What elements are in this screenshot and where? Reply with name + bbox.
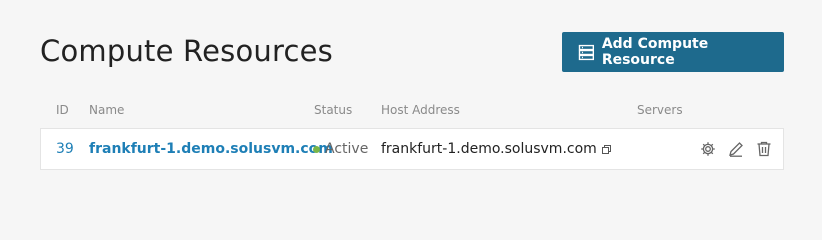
table-row: 39 frankfurt-1.demo.solusvm.com Active f… <box>40 128 784 170</box>
row-host-address: frankfurt-1.demo.solusvm.com <box>381 141 611 157</box>
status-dot-icon <box>313 145 320 153</box>
column-header-servers: Servers <box>637 103 683 117</box>
add-compute-resource-button[interactable]: Add Compute Resource <box>562 32 784 72</box>
pencil-icon[interactable] <box>727 140 745 158</box>
column-header-name: Name <box>89 103 125 117</box>
row-name-link[interactable]: frankfurt-1.demo.solusvm.com <box>89 141 333 157</box>
add-button-label: Add Compute Resource <box>601 36 709 68</box>
gear-icon[interactable] <box>699 140 717 158</box>
column-header-id: ID <box>56 103 69 117</box>
row-status: Active <box>313 141 368 157</box>
column-header-host-address: Host Address <box>381 103 460 117</box>
host-address-text: frankfurt-1.demo.solusvm.com <box>381 141 597 157</box>
server-list-icon <box>578 44 595 60</box>
status-label: Active <box>325 141 369 157</box>
row-id[interactable]: 39 <box>56 141 74 157</box>
row-actions <box>699 140 773 158</box>
column-header-status: Status <box>314 103 353 117</box>
copy-icon[interactable] <box>601 144 611 154</box>
page-title: Compute Resources <box>40 34 333 68</box>
trash-icon[interactable] <box>755 140 773 158</box>
